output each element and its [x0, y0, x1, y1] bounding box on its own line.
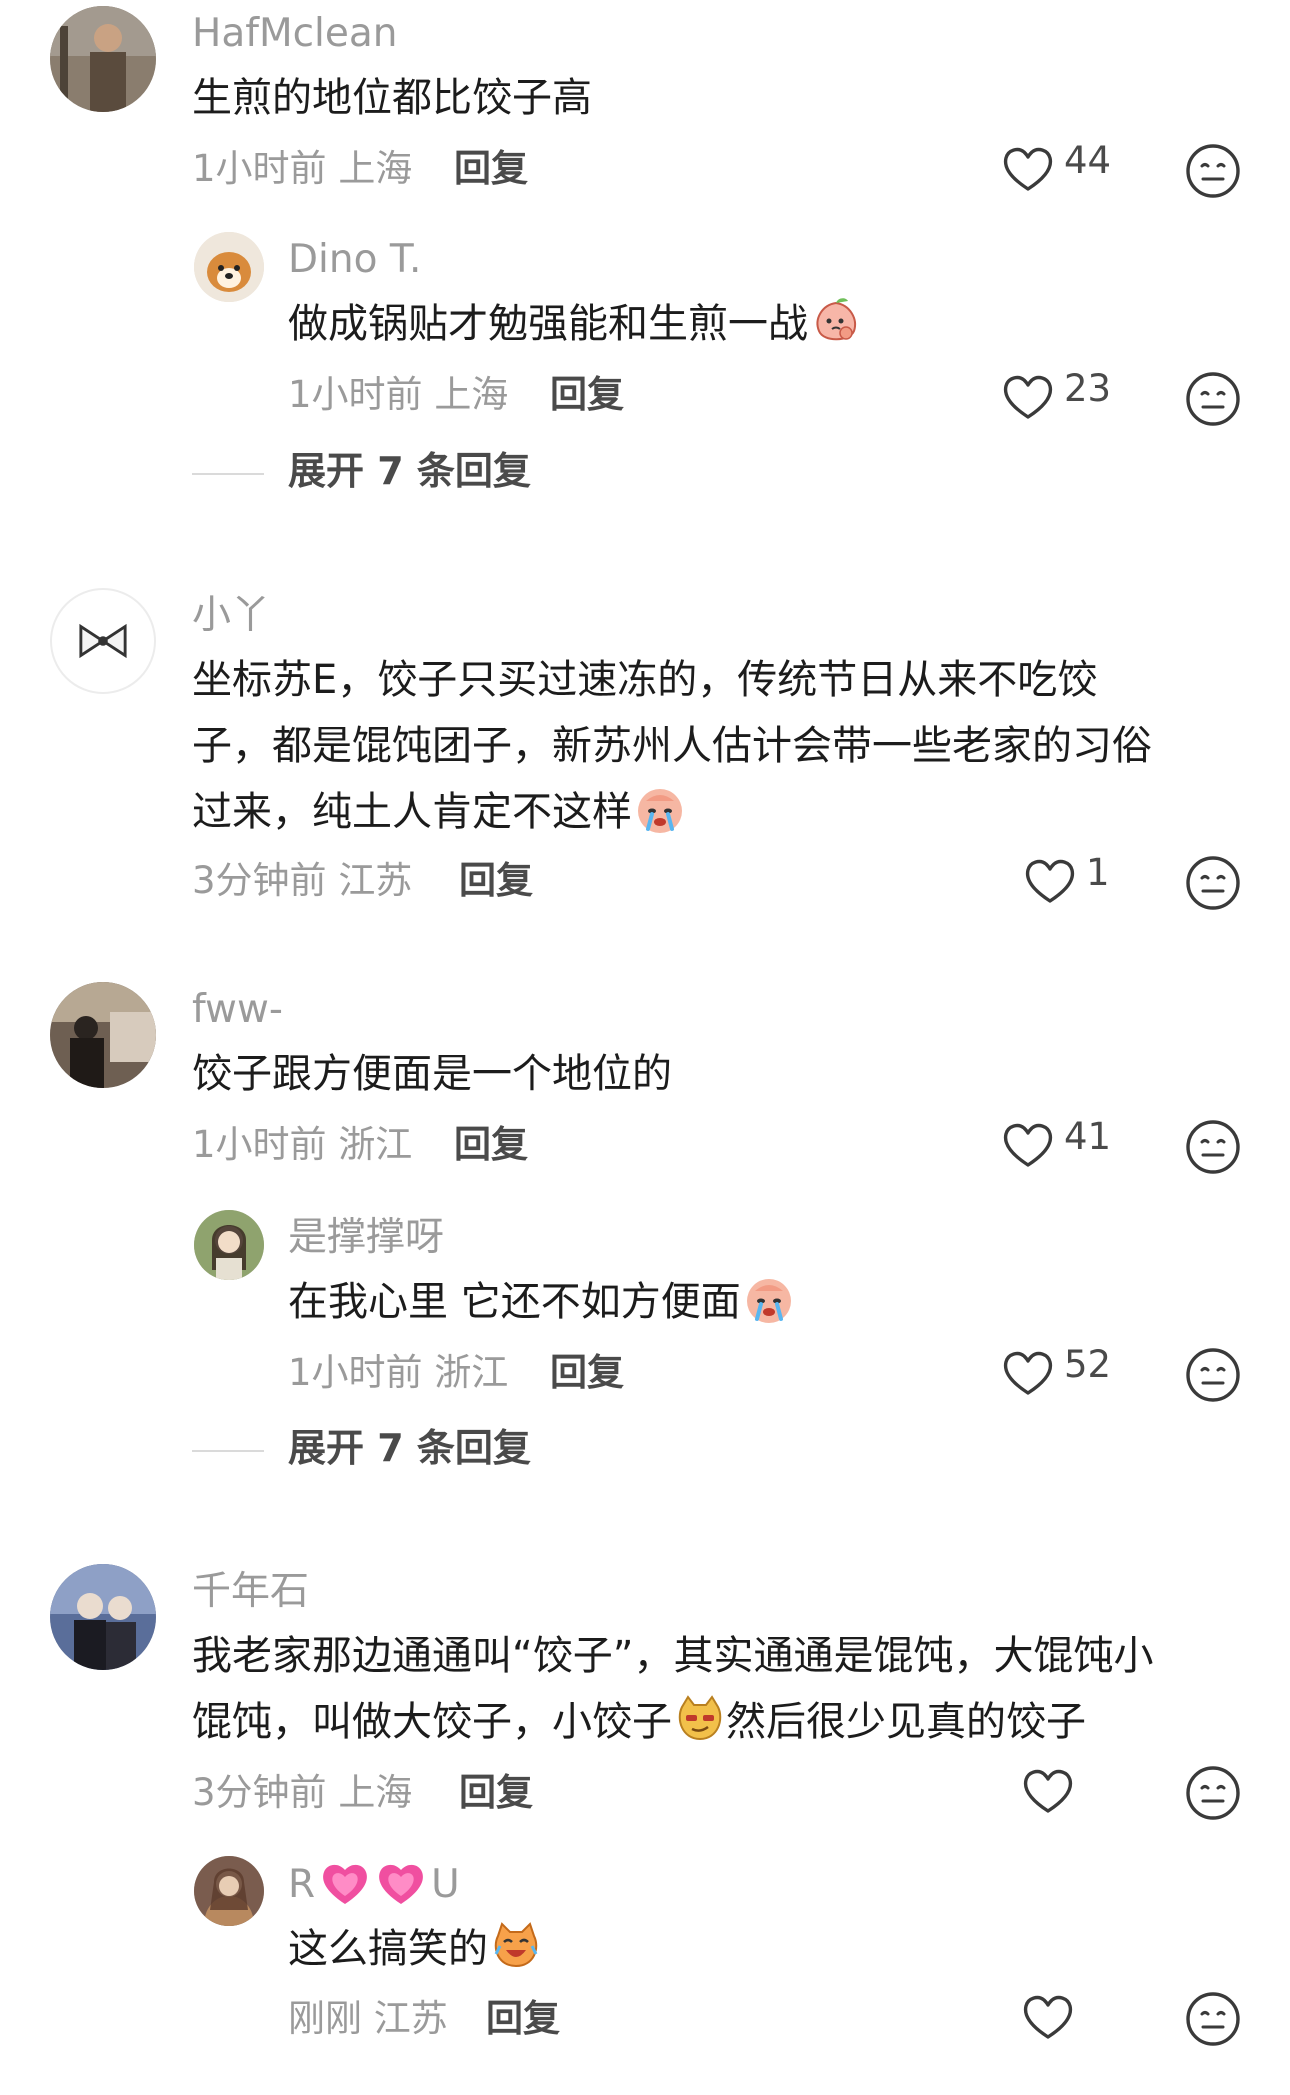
heart-outline-icon [1000, 1346, 1056, 1402]
comment-meta: 3分钟前 江苏 [192, 862, 412, 899]
avatar[interactable] [50, 1564, 156, 1670]
heart-outline-icon [1000, 142, 1056, 198]
like-button[interactable]: 41 [1000, 1116, 1111, 1176]
comment-meta: 1小时前 浙江 [192, 1126, 412, 1163]
laughing-cat-emoji [490, 1920, 542, 1972]
expand-replies-button[interactable]: 展开 7 条回复 [288, 452, 531, 490]
comment-meta: 1小时前 上海 [192, 150, 412, 187]
avatar[interactable] [50, 6, 156, 112]
heart-outline-icon [1020, 1990, 1076, 2046]
comment-text: 这么搞笑的 [288, 1916, 542, 1982]
reply-button[interactable]: 回复 [454, 1126, 528, 1163]
time: 1小时前 [192, 1123, 327, 1166]
avatar[interactable] [50, 588, 156, 694]
like-count: 44 [1064, 138, 1112, 182]
comment-text: 在我心里 它还不如方便面 [288, 1269, 795, 1335]
neutral-face-icon[interactable] [1184, 370, 1242, 428]
comment-text: 我老家那边通通叫“饺子”，其实通通是馄饨，大馄饨小 馄饨，叫做大饺子，小饺子 然后… [192, 1633, 1154, 1745]
heart-outline-icon [1020, 1764, 1076, 1820]
like-button[interactable]: 44 [1000, 140, 1111, 200]
location: 江苏 [338, 859, 413, 902]
like-count: 52 [1064, 1342, 1112, 1386]
username[interactable]: fww- [192, 990, 283, 1029]
comment-text: 生煎的地位都比饺子高 [192, 75, 592, 121]
neutral-face-icon[interactable] [1184, 1118, 1242, 1176]
reply-button[interactable]: 回复 [454, 150, 528, 187]
location: 上海 [338, 147, 413, 190]
heart-outline-icon [1000, 370, 1056, 426]
avatar[interactable] [194, 232, 264, 302]
like-count: 23 [1064, 366, 1112, 410]
crying-face-emoji [743, 1273, 795, 1325]
heart-outline-icon [1022, 854, 1078, 910]
location: 浙江 [338, 1123, 413, 1166]
comment-meta: 1小时前 浙江 [288, 1354, 508, 1391]
like-button[interactable]: 1 [1022, 852, 1110, 912]
time: 3分钟前 [192, 859, 327, 902]
username[interactable]: 小丫 [192, 596, 270, 635]
time: 1小时前 [288, 1351, 423, 1394]
reply-button[interactable]: 回复 [550, 1354, 624, 1391]
avatar[interactable] [50, 982, 156, 1088]
username[interactable]: 是撑撑呀 [288, 1218, 444, 1257]
comment-text: 饺子跟方便面是一个地位的 [192, 1051, 672, 1097]
neutral-face-icon[interactable] [1184, 142, 1242, 200]
comment-meta: 1小时前 上海 [288, 376, 508, 413]
heart-outline-icon [1000, 1118, 1056, 1174]
avatar[interactable] [194, 1210, 264, 1280]
time: 1小时前 [288, 373, 423, 416]
location: 上海 [434, 373, 509, 416]
divider [192, 473, 264, 475]
username[interactable]: Dino T. [288, 240, 421, 279]
peach-thinking-emoji [810, 295, 862, 347]
comment-meta: 刚刚 江苏 [288, 2000, 448, 2037]
pink-heart-emoji [319, 1858, 371, 1910]
username[interactable]: R U [288, 1858, 460, 1910]
reply-button[interactable]: 回复 [486, 2000, 560, 2037]
time: 3分钟前 [192, 1771, 327, 1814]
smirk-dog-emoji [674, 1693, 726, 1745]
like-button[interactable]: 23 [1000, 368, 1111, 428]
username[interactable]: HafMclean [192, 14, 398, 53]
location: 江苏 [373, 1997, 448, 2040]
avatar[interactable] [194, 1856, 264, 1926]
location: 浙江 [434, 1351, 509, 1394]
divider [192, 1450, 264, 1452]
neutral-face-icon[interactable] [1184, 1764, 1242, 1822]
pink-heart-emoji [375, 1858, 427, 1910]
like-button[interactable] [1020, 1762, 1084, 1822]
comment-meta: 3分钟前 上海 [192, 1774, 412, 1811]
comment-text: 坐标苏E，饺子只买过速冻的，传统节日从来不吃饺 子，都是馄饨团子，新苏州人估计会… [192, 657, 1152, 835]
expand-replies-button[interactable]: 展开 7 条回复 [288, 1429, 531, 1467]
like-button[interactable]: 52 [1000, 1344, 1111, 1404]
reply-button[interactable]: 回复 [550, 376, 624, 413]
like-count: 1 [1086, 850, 1110, 894]
reply-button[interactable]: 回复 [459, 862, 533, 899]
comment-text: 做成锅贴才勉强能和生煎一战 [288, 291, 862, 357]
like-count: 41 [1064, 1114, 1112, 1158]
neutral-face-icon[interactable] [1184, 1990, 1242, 2048]
time: 刚刚 [288, 1997, 362, 2040]
neutral-face-icon[interactable] [1184, 854, 1242, 912]
neutral-face-icon[interactable] [1184, 1346, 1242, 1404]
location: 上海 [338, 1771, 413, 1814]
crying-face-emoji [634, 783, 686, 835]
reply-button[interactable]: 回复 [459, 1774, 533, 1811]
username[interactable]: 千年石 [192, 1572, 309, 1611]
time: 1小时前 [192, 147, 327, 190]
like-button[interactable] [1020, 1988, 1084, 2048]
